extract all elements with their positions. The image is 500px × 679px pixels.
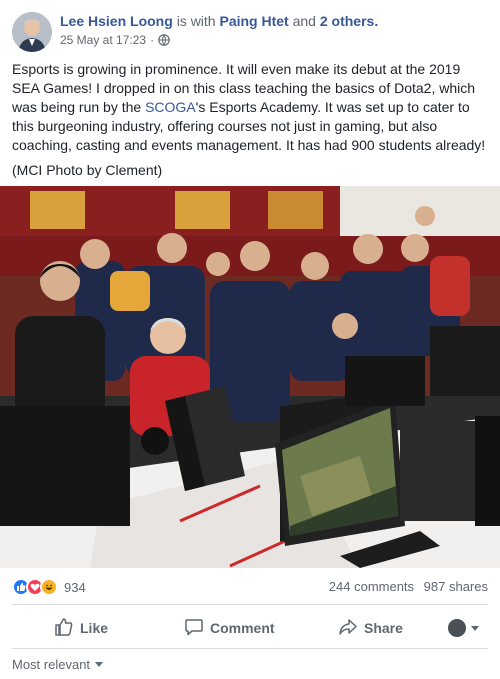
post-text: Esports is growing in prominence. It wil… xyxy=(12,60,490,186)
engagement-counts: 244 comments 987 shares xyxy=(329,579,488,594)
shares-count-link[interactable]: 987 shares xyxy=(424,579,488,594)
post-stats: 934 244 comments 987 shares xyxy=(0,568,500,604)
comments-filter-dropdown[interactable]: Most relevant xyxy=(12,657,104,672)
photo-credit: (MCI Photo by Clement) xyxy=(12,162,163,178)
comment-button[interactable]: Comment xyxy=(184,608,275,648)
meta-separator: · xyxy=(150,33,155,47)
post-title-line: Lee Hsien Loong is with Paing Htet and 2… xyxy=(60,13,378,29)
comments-count-link[interactable]: 244 comments xyxy=(329,579,414,594)
divider xyxy=(12,604,488,605)
share-label: Share xyxy=(364,620,403,636)
post-as-selector[interactable] xyxy=(448,608,479,648)
like-label: Like xyxy=(80,620,109,636)
post-paragraph: Esports is growing in prominence. It wil… xyxy=(12,60,490,155)
post-timestamp-link[interactable]: 25 May at 17:23 xyxy=(60,33,146,47)
viewer-avatar-icon xyxy=(448,619,466,637)
post-meta: 25 May at 17:23 · xyxy=(60,33,170,47)
chevron-down-icon xyxy=(471,625,479,631)
comment-label: Comment xyxy=(210,620,275,636)
author-name-link[interactable]: Lee Hsien Loong xyxy=(60,13,173,29)
scoga-link[interactable]: SCOGA xyxy=(145,99,196,115)
share-button[interactable]: Share xyxy=(338,608,403,648)
comments-filter-label: Most relevant xyxy=(12,657,91,672)
and-text: and xyxy=(292,13,316,29)
with-text: is with xyxy=(176,13,216,29)
post-header: Lee Hsien Loong is with Paing Htet and 2… xyxy=(0,0,500,56)
haha-icon xyxy=(40,578,58,596)
post-actions: Like Comment Share xyxy=(0,608,500,648)
author-avatar[interactable] xyxy=(12,12,52,52)
divider xyxy=(12,648,488,649)
thumbs-up-icon xyxy=(54,617,80,640)
like-button[interactable]: Like xyxy=(54,608,108,648)
post-photo[interactable] xyxy=(0,186,500,568)
comment-bubble-icon xyxy=(184,617,210,640)
share-arrow-icon xyxy=(338,617,364,640)
reaction-count: 934 xyxy=(64,579,86,595)
tagged-person-link[interactable]: Paing Htet xyxy=(219,13,288,29)
reactions-summary[interactable]: 934 xyxy=(12,578,86,596)
globe-icon[interactable] xyxy=(158,34,170,46)
chevron-down-icon xyxy=(95,662,104,667)
others-link[interactable]: 2 others. xyxy=(320,13,378,29)
